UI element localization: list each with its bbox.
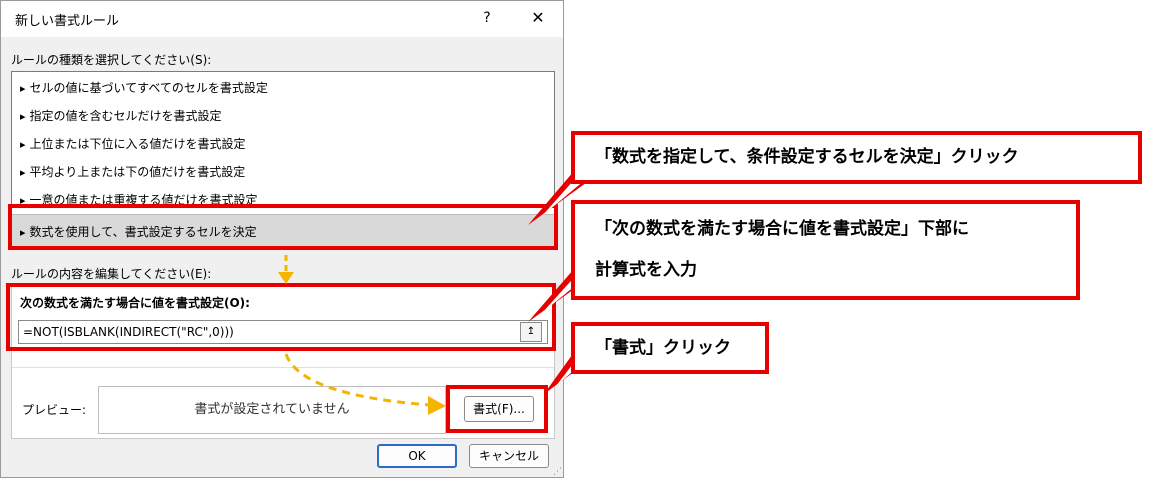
callout-text-line1: 「次の数式を満たす場合に値を書式設定」下部に — [595, 219, 969, 239]
callout-click-format: 「書式」クリック — [571, 322, 769, 374]
curved-arrow-line — [284, 353, 431, 407]
down-arrow-head — [278, 272, 294, 284]
callout-enter-formula: 「次の数式を満たす場合に値を書式設定」下部に 計算式を入力 — [571, 200, 1080, 300]
callout-text-line2: 計算式を入力 — [595, 260, 697, 280]
curved-arrow-head — [428, 396, 446, 415]
callout-text: 「数式を指定して、条件設定するセルを決定」クリック — [595, 147, 1019, 167]
callout-text: 「書式」クリック — [595, 338, 731, 358]
callout-select-rule: 「数式を指定して、条件設定するセルを決定」クリック — [571, 131, 1142, 184]
